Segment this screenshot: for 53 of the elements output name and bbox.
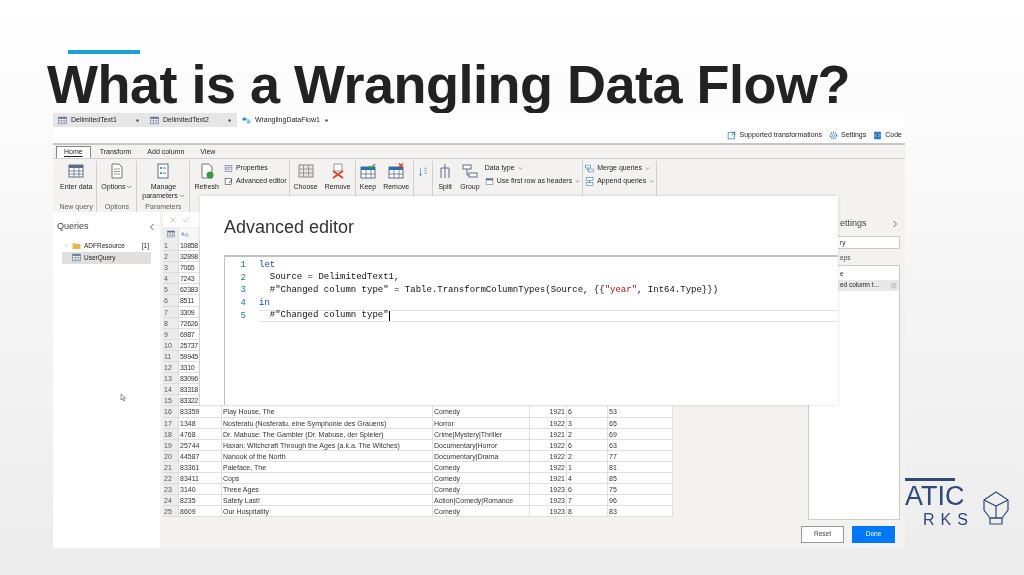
logo-text: ATIC xyxy=(905,481,966,511)
dialog-title: Advanced editor xyxy=(224,216,356,238)
group-icon xyxy=(461,163,478,179)
code-editor[interactable]: 1 let 2 Source = DelimitedText1, 3 #"Changed column type" = Table.TransformColumnTypes(Source, {{"year", Int64.Type}}) 4 in 5 #"Changed column type" xyxy=(224,255,838,405)
check-icon[interactable] xyxy=(182,215,190,224)
table-icon xyxy=(72,253,81,262)
code-line: #"Changed column type" = Table.TransformColumnTypes(Source, {{"year", Int64.Type}}) xyxy=(268,284,720,297)
close-icon[interactable] xyxy=(169,215,177,224)
external-link-icon xyxy=(727,130,737,140)
code-line: in xyxy=(259,297,271,310)
pane-title: Queries xyxy=(57,220,89,233)
logo-rule xyxy=(905,478,955,481)
line-number: 4 xyxy=(239,297,246,310)
unsaved-dot-icon xyxy=(227,117,232,123)
merge-icon xyxy=(585,164,595,173)
code-line: Source = DelimitedText1, xyxy=(268,271,401,285)
line-number: 2 xyxy=(239,271,246,285)
accent-bar xyxy=(68,50,140,54)
settings-icon xyxy=(828,130,838,140)
editor-icon xyxy=(223,177,233,186)
table-icon xyxy=(58,115,67,125)
table-icon xyxy=(166,230,175,238)
code-line: #"Changed column type" xyxy=(259,309,838,323)
chevron-right-icon[interactable] xyxy=(891,220,899,228)
logo-text: RKS xyxy=(923,511,974,529)
document-icon xyxy=(108,163,125,179)
list-icon xyxy=(155,163,172,179)
expand-icon xyxy=(64,243,69,248)
code-icon xyxy=(873,130,883,140)
slide-title: What is a Wrangling Data Flow? xyxy=(47,56,852,112)
code-line: let xyxy=(259,259,277,272)
columns-icon xyxy=(297,163,314,179)
settings-icon[interactable] xyxy=(890,281,897,289)
unsaved-dot-icon xyxy=(135,117,140,123)
chevron-left-icon[interactable] xyxy=(148,222,156,231)
pointer-icon xyxy=(120,392,128,403)
line-number: 1 xyxy=(239,259,246,272)
properties-icon xyxy=(223,164,233,173)
text-cursor xyxy=(388,311,391,322)
sort-icon[interactable] xyxy=(418,165,429,179)
data-type-icon xyxy=(181,230,189,238)
flow-icon xyxy=(242,115,251,125)
table-icon xyxy=(150,115,159,125)
table-check-icon xyxy=(359,163,376,179)
unsaved-dot-icon xyxy=(323,117,329,123)
line-number: 3 xyxy=(239,284,246,298)
append-icon xyxy=(585,177,595,186)
table-header-icon xyxy=(484,177,494,186)
line-number: 5 xyxy=(239,309,246,323)
refresh-icon xyxy=(198,163,215,179)
pane-title: ettings xyxy=(840,217,867,231)
table-icon xyxy=(68,163,85,179)
table-remove-icon xyxy=(388,163,405,179)
